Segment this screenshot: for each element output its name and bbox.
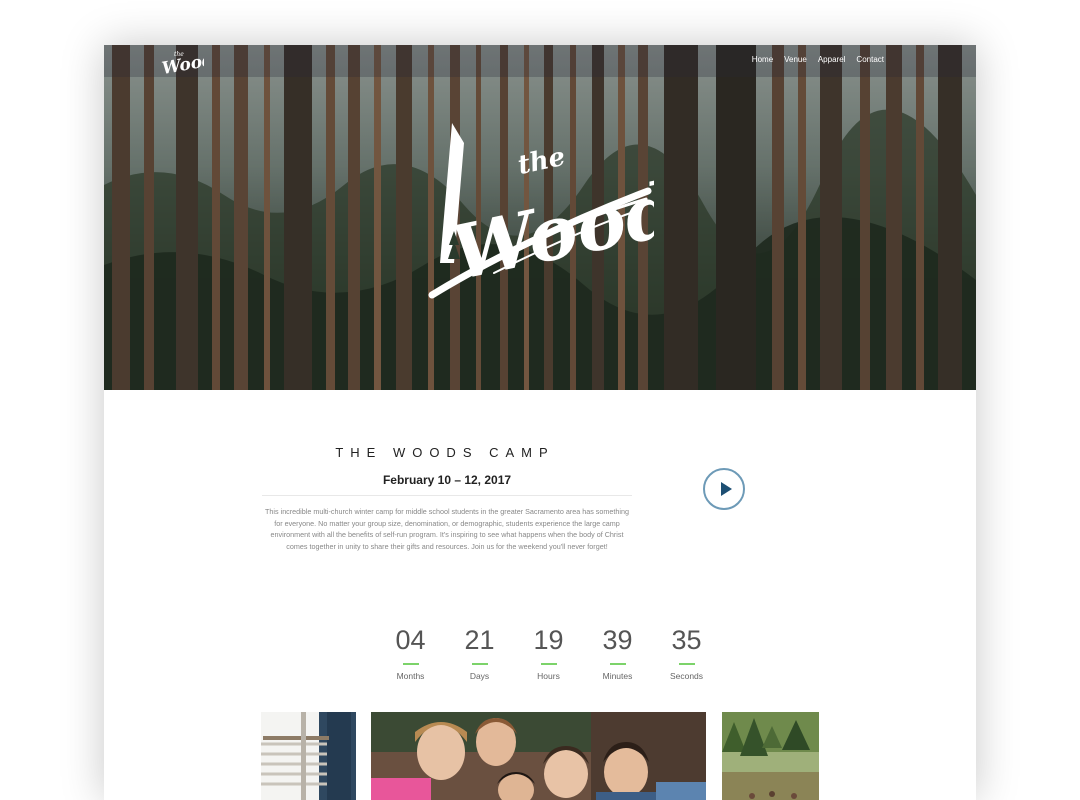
countdown-underline: [402, 663, 419, 665]
nav-contact[interactable]: Contact: [856, 55, 884, 64]
countdown-value: 19: [533, 625, 564, 655]
countdown-label: Seconds: [669, 671, 704, 681]
countdown-label: Minutes: [602, 671, 633, 681]
play-icon: [721, 482, 732, 496]
gallery-photo-forest[interactable]: [722, 712, 819, 800]
countdown-label: Months: [396, 671, 425, 681]
countdown-underline: [678, 663, 695, 665]
nav-apparel[interactable]: Apparel: [818, 55, 846, 64]
main-nav: Home Venue Apparel Contact: [752, 55, 884, 64]
gallery-photo-campers[interactable]: [371, 712, 706, 800]
divider: [262, 495, 632, 496]
countdown-underline: [471, 663, 488, 665]
page-frame: Woods the Home Venue Apparel Contact Woo…: [104, 45, 976, 800]
camp-title: THE WOODS CAMP: [335, 445, 555, 460]
countdown-value: 21: [464, 625, 495, 655]
svg-text:Woods: Woods: [444, 157, 654, 297]
site-logo[interactable]: Woods the: [160, 47, 204, 77]
hero-logo: Woods the: [428, 123, 654, 299]
camp-date: February 10 – 12, 2017: [382, 473, 512, 487]
hero-section: Woods the Home Venue Apparel Contact Woo…: [104, 45, 976, 390]
svg-text:the: the: [174, 51, 184, 58]
countdown-hours: 19 Hours: [514, 625, 583, 682]
countdown-value: 04: [395, 625, 426, 655]
camp-description: This incredible multi-church winter camp…: [265, 507, 629, 551]
gallery-photo-cabin[interactable]: [261, 712, 356, 800]
countdown-days: 21 Days: [445, 625, 514, 682]
countdown-seconds: 35 Seconds: [652, 625, 721, 682]
nav-venue[interactable]: Venue: [784, 55, 807, 64]
countdown-label: Hours: [537, 671, 560, 681]
countdown-underline: [609, 663, 626, 665]
play-video-button[interactable]: [703, 468, 745, 510]
nav-home[interactable]: Home: [752, 55, 773, 64]
countdown-minutes: 39 Minutes: [583, 625, 652, 682]
countdown-label: Days: [469, 671, 490, 681]
countdown-value: 35: [671, 625, 702, 655]
countdown-months: 04 Months: [376, 625, 445, 682]
countdown-value: 39: [602, 625, 633, 655]
countdown-timer: 04 Months 21 Days 19 Hours 39 Minutes 35…: [376, 625, 721, 682]
svg-text:the: the: [515, 142, 568, 181]
countdown-underline: [540, 663, 557, 665]
